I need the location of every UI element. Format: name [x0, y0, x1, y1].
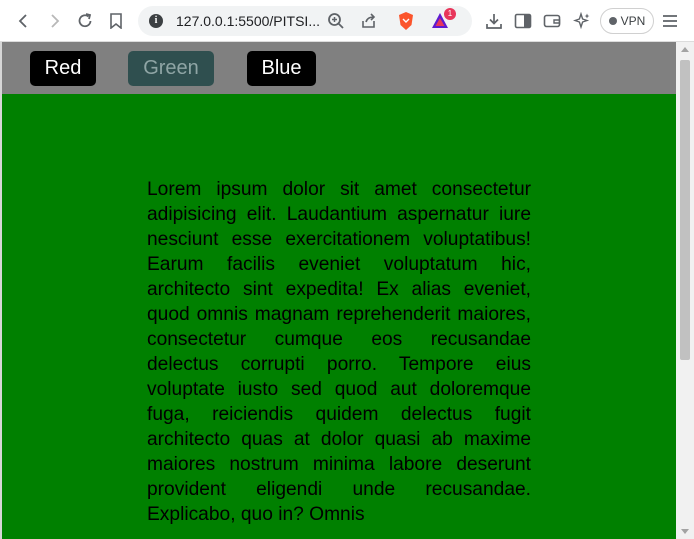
rewards-badge: 1: [444, 8, 456, 20]
download-icon[interactable]: [482, 9, 506, 33]
scroll-down-icon[interactable]: [681, 529, 689, 534]
info-icon[interactable]: i: [149, 14, 163, 28]
back-icon[interactable]: [12, 9, 36, 33]
browser-toolbar: i 127.0.0.1:5500/PITSI... 1 VPN: [0, 0, 694, 42]
menu-icon[interactable]: [658, 9, 682, 33]
wallet-icon[interactable]: [540, 9, 564, 33]
address-bar[interactable]: i 127.0.0.1:5500/PITSI... 1: [138, 6, 472, 36]
vertical-scrollbar[interactable]: [676, 42, 694, 539]
bookmark-icon[interactable]: [104, 9, 128, 33]
forward-icon[interactable]: [42, 9, 66, 33]
sidebar-icon[interactable]: [511, 9, 535, 33]
scroll-up-icon[interactable]: [681, 47, 689, 52]
leo-ai-icon[interactable]: [570, 9, 594, 33]
lorem-paragraph: Lorem ipsum dolor sit amet consectetur a…: [147, 179, 531, 525]
reload-icon[interactable]: [73, 9, 97, 33]
url-text[interactable]: 127.0.0.1:5500/PITSI...: [176, 13, 320, 29]
scroll-thumb[interactable]: [680, 60, 690, 360]
brave-shields-icon[interactable]: [395, 10, 417, 32]
vpn-button[interactable]: VPN: [600, 8, 654, 34]
share-icon[interactable]: [358, 10, 380, 32]
zoom-icon[interactable]: [325, 10, 347, 32]
page-viewport: Red Green Blue Lorem ipsum dolor sit ame…: [2, 42, 676, 539]
color-navbar: Red Green Blue: [2, 42, 676, 94]
vpn-label: VPN: [620, 14, 646, 28]
green-button[interactable]: Green: [128, 51, 214, 86]
blue-button[interactable]: Blue: [247, 51, 316, 86]
red-button[interactable]: Red: [30, 51, 96, 86]
vpn-icon: [608, 17, 617, 25]
